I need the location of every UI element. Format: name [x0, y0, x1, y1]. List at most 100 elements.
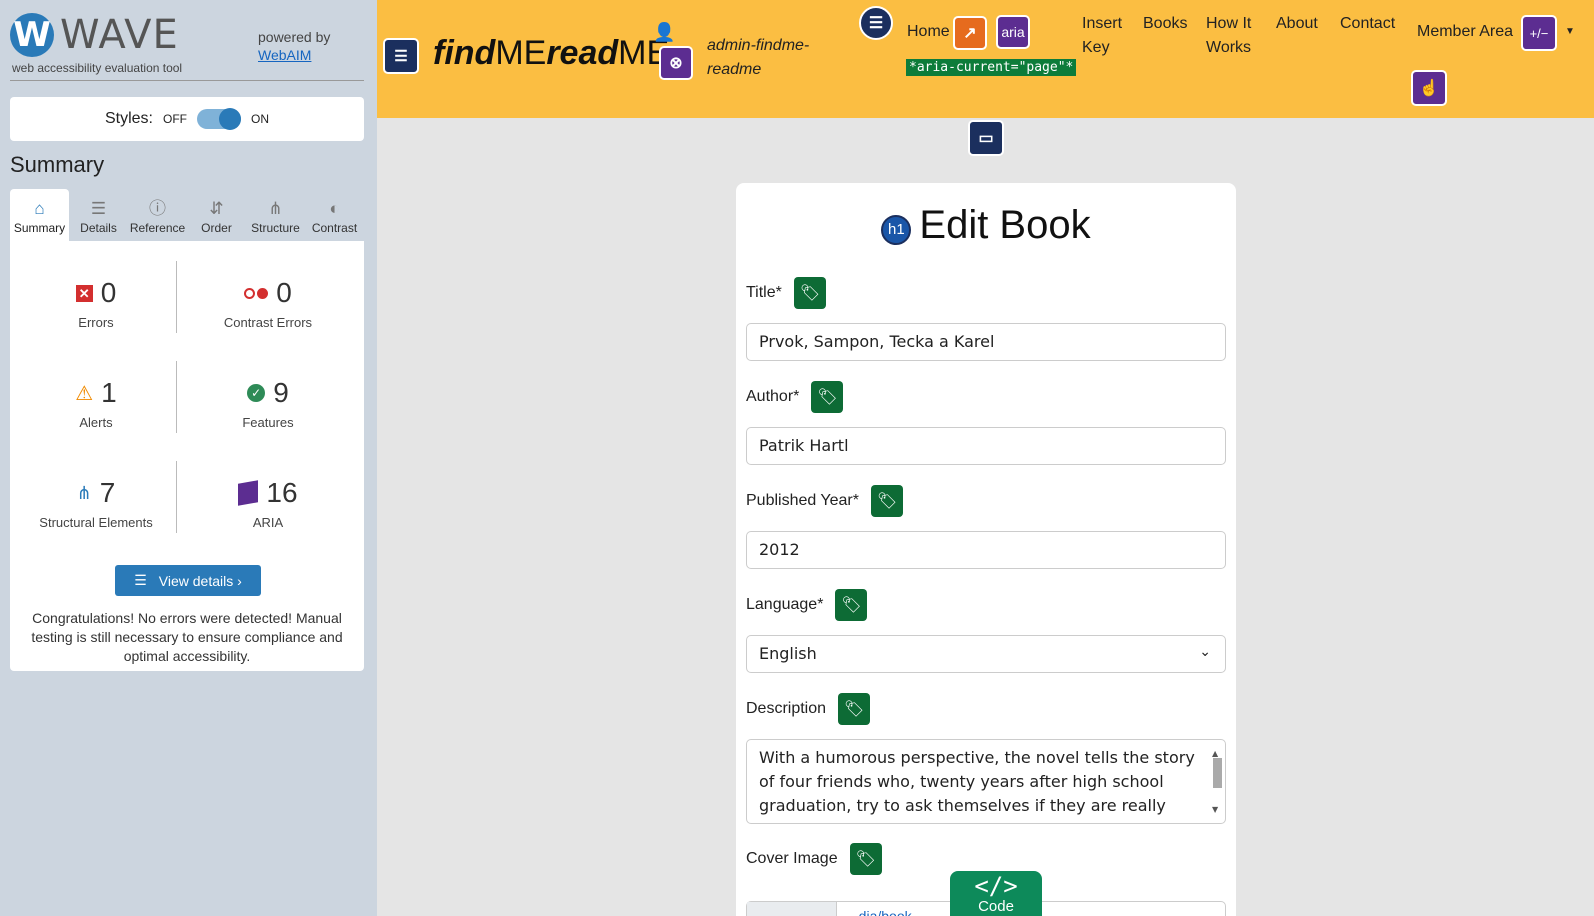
aria-stat[interactable]: 16 ARIA: [188, 477, 348, 530]
redundant-link-icon[interactable]: ↗: [953, 16, 987, 50]
brand-find: find: [433, 34, 496, 72]
language-select[interactable]: English ⌄: [746, 635, 1226, 673]
home-icon: ⌂: [34, 199, 45, 218]
tag-icon[interactable]: 🏷: [793, 277, 826, 309]
site-brand[interactable]: findMEreadME: [433, 34, 669, 73]
webaim-link[interactable]: WebAIM: [258, 46, 330, 64]
contrast-errors-stat[interactable]: 0 Contrast Errors: [188, 277, 348, 330]
author-label: Author* 🏷: [746, 381, 844, 413]
tag-icon[interactable]: 🏷: [811, 381, 844, 413]
tab-contrast[interactable]: ◐ Contrast: [305, 189, 364, 241]
wave-tagline: web accessibility evaluation tool: [12, 61, 183, 75]
tab-reference[interactable]: ⓘ Reference: [128, 189, 187, 241]
powered-by: powered by WebAIM: [258, 28, 330, 64]
summary-panel: ✕ 0 Errors 0 Contrast Errors ⚠ 1 Alerts ✓ 9…: [10, 241, 364, 671]
scroll-down-icon[interactable]: ▼: [1212, 798, 1218, 822]
code-icon: </>: [974, 872, 1018, 900]
tab-structure-label: Structure: [251, 221, 300, 235]
alert-icon: ⚠: [75, 382, 94, 405]
description-label-text: Description: [746, 700, 827, 717]
username: admin-findme-readme: [707, 37, 810, 78]
tag-icon[interactable]: 🏷: [849, 843, 882, 875]
title-label: Title* 🏷: [746, 277, 826, 309]
sidebar-divider: [10, 80, 364, 81]
textarea-scrollbar[interactable]: ▲ ▼: [1211, 744, 1223, 820]
structure-icon: ⋔: [76, 482, 92, 503]
title-label-text: Title*: [746, 284, 782, 301]
description-textarea[interactable]: With a humorous perspective, the novel t…: [746, 739, 1226, 824]
errors-label: Errors: [78, 315, 114, 330]
tab-order-label: Order: [201, 221, 232, 235]
menu-region-icon[interactable]: ☰: [383, 38, 419, 74]
styles-toggle[interactable]: [197, 108, 241, 130]
contrast-errors-count: 0: [276, 277, 292, 308]
nav-insert-key[interactable]: Insert Key: [1082, 12, 1132, 60]
alerts-label: Alerts: [79, 415, 113, 430]
tab-summary[interactable]: ⌂ Summary: [10, 189, 69, 241]
tag-icon[interactable]: 🏷: [870, 485, 903, 517]
structural-count: 7: [99, 477, 116, 508]
nav-contact[interactable]: Contact: [1340, 12, 1395, 36]
year-input[interactable]: 2012: [746, 531, 1226, 569]
wave-sidebar: W WAVE web accessibility evaluation tool…: [0, 0, 377, 916]
author-label-text: Author*: [746, 388, 800, 405]
aria-badge[interactable]: aria: [996, 15, 1030, 49]
cover-label-text: Cover Image: [746, 850, 838, 867]
wave-logo-text: WAVE: [60, 12, 179, 58]
wave-logo[interactable]: W WAVE: [10, 12, 179, 58]
view-details-button[interactable]: ☰ View details ›: [115, 565, 261, 596]
stat-divider: [176, 261, 177, 333]
order-icon: ⇵: [209, 199, 224, 218]
aria-label: ARIA: [252, 515, 284, 530]
wave-logo-icon: W: [10, 13, 54, 57]
aria-menu-icon[interactable]: ☝: [1411, 70, 1447, 106]
chevron-down-icon[interactable]: ▼: [1565, 26, 1575, 37]
features-label: Features: [242, 415, 294, 430]
main-region-icon[interactable]: ▭: [968, 120, 1004, 156]
cover-path[interactable]: ...dia/book...: [847, 908, 923, 916]
author-input[interactable]: Patrik Hartl: [746, 427, 1226, 465]
features-stat[interactable]: ✓ 9 Features: [188, 377, 348, 430]
tab-contrast-label: Contrast: [311, 221, 358, 235]
tab-details[interactable]: ☰ Details: [69, 189, 128, 241]
contrast-errors-label: Contrast Errors: [223, 315, 313, 330]
errors-stat[interactable]: ✕ 0 Errors: [16, 277, 176, 330]
styles-off-label: OFF: [163, 112, 187, 126]
alerts-stat[interactable]: ⚠ 1 Alerts: [16, 377, 176, 430]
scroll-thumb[interactable]: [1213, 758, 1222, 788]
nav-home[interactable]: Home: [907, 20, 950, 44]
nav-how-it-works[interactable]: How It Works: [1206, 12, 1266, 60]
tag-icon[interactable]: 🏷: [835, 589, 868, 621]
tab-structure[interactable]: ⋔ Structure: [246, 189, 305, 241]
site-header: ☰ findMEreadME 👤 ⊗ admin-findme-readme ☰…: [377, 0, 1594, 118]
list-icon: ☰: [90, 199, 107, 218]
close-circle-icon[interactable]: ⊗: [659, 46, 693, 80]
h1-icon[interactable]: h1: [881, 214, 912, 245]
tag-icon[interactable]: 🏷: [838, 693, 871, 725]
contrast-error-icon: [244, 287, 269, 299]
errors-count: 0: [100, 277, 117, 308]
language-label: Language* 🏷: [746, 589, 868, 621]
choose-file-button[interactable]: [747, 902, 837, 916]
page-title: h1 Edit Book: [736, 203, 1236, 248]
aria-expanded-badge[interactable]: +/−: [1521, 15, 1557, 51]
styles-toggle-box: Styles: OFF ON: [10, 97, 364, 141]
styles-on-label: ON: [251, 112, 269, 126]
nav-member-area[interactable]: Member Area: [1417, 20, 1513, 44]
alerts-count: 1: [101, 377, 117, 408]
summary-heading: Summary: [10, 152, 105, 177]
structural-stat[interactable]: ⋔ 7 Structural Elements: [16, 477, 176, 530]
title-input[interactable]: Prvok, Sampon, Tecka a Karel: [746, 323, 1226, 361]
tab-order[interactable]: ⇵ Order: [187, 189, 246, 241]
year-label-text: Published Year*: [746, 492, 859, 509]
nav-books[interactable]: Books: [1143, 12, 1187, 36]
list-region-icon[interactable]: ☰: [859, 6, 893, 40]
nav-about[interactable]: About: [1276, 12, 1318, 36]
feature-check-icon: ✓: [247, 384, 266, 402]
tab-summary-label: Summary: [13, 221, 66, 235]
code-toggle-button[interactable]: </> Code: [950, 871, 1042, 916]
code-label: Code: [978, 898, 1014, 915]
toggle-knob: [219, 108, 241, 130]
language-value: English: [759, 644, 817, 663]
brand-read: read: [546, 34, 619, 72]
